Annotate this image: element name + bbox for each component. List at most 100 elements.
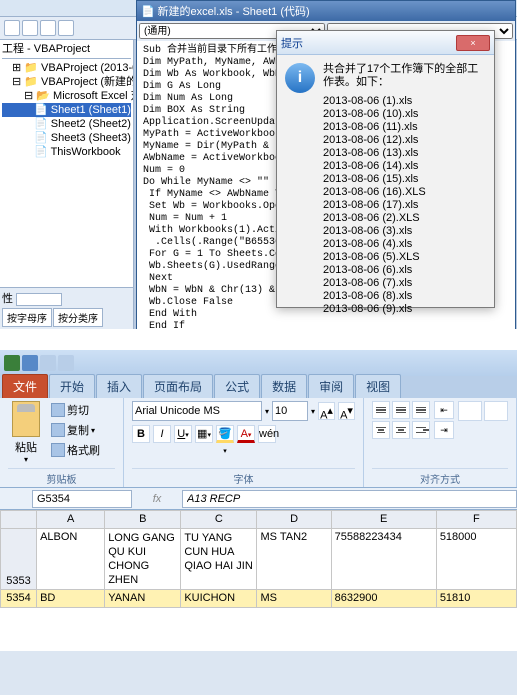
decrease-font-button[interactable]: A▾ bbox=[338, 402, 355, 420]
project-node[interactable]: ⊟ 📁 VBAProject (新建的e bbox=[2, 75, 131, 89]
row-header[interactable]: 5354 bbox=[1, 590, 37, 608]
msgbox-close-button[interactable]: × bbox=[456, 35, 490, 51]
ribbon-tab[interactable]: 视图 bbox=[355, 374, 401, 398]
cell[interactable]: KUICHON bbox=[181, 590, 257, 608]
ribbon-tab[interactable]: 数据 bbox=[261, 374, 307, 398]
cell[interactable]: 8632900 bbox=[331, 590, 436, 608]
ribbon-tab[interactable]: 开始 bbox=[49, 374, 95, 398]
qat-redo[interactable] bbox=[58, 355, 74, 371]
format-painter-button[interactable]: 格式刷 bbox=[48, 441, 103, 459]
fill-color-button[interactable]: 🪣▾ bbox=[216, 425, 234, 443]
column-header[interactable]: C bbox=[181, 511, 257, 529]
paste-button[interactable]: 粘贴 ▾ bbox=[8, 401, 44, 455]
workbook-node[interactable]: 📄 ThisWorkbook bbox=[2, 145, 131, 159]
folder-node[interactable]: ⊟ 📂 Microsoft Excel 对象 bbox=[2, 89, 131, 103]
cell[interactable]: 51810 bbox=[436, 590, 516, 608]
formula-input[interactable] bbox=[182, 490, 517, 508]
align-right-button[interactable] bbox=[412, 421, 430, 439]
copy-button[interactable]: 复制▾ bbox=[48, 421, 103, 439]
align-center-button[interactable] bbox=[392, 421, 410, 439]
sheet-node[interactable]: 📄 Sheet1 (Sheet1) bbox=[2, 103, 131, 117]
increase-font-button[interactable]: A▴ bbox=[318, 402, 335, 420]
table-row[interactable]: 5354BDYANANKUICHONMS863290051810 bbox=[1, 590, 517, 608]
clipboard-group-label: 剪贴板 bbox=[8, 468, 115, 486]
decrease-indent-button[interactable]: ⇤ bbox=[434, 401, 454, 419]
ribbon-tab[interactable]: 审阅 bbox=[308, 374, 354, 398]
cell[interactable]: LONG GANG QU KUI CHONG ZHEN bbox=[105, 529, 181, 590]
ribbon-tabs: 文件开始插入页面布局公式数据审阅视图 bbox=[0, 376, 517, 398]
cell[interactable]: 518000 bbox=[436, 529, 516, 590]
cell[interactable]: YANAN bbox=[105, 590, 181, 608]
props-label: 性 bbox=[2, 293, 13, 305]
msgbox-line: 2013-08-06 (11).xls bbox=[323, 121, 486, 134]
vba-left-pane: 工程 - VBAProject ⊞ 📁 VBAProject (2013-08 … bbox=[0, 40, 134, 329]
msgbox-line: 2013-08-06 (6).xls bbox=[323, 264, 486, 277]
props-tab-cat[interactable]: 按分类序 bbox=[53, 308, 103, 327]
phonetic-button[interactable]: wén bbox=[258, 425, 276, 443]
cut-button[interactable]: 剪切 bbox=[48, 401, 103, 419]
msgbox-line: 2013-08-06 (10).xls bbox=[323, 108, 486, 121]
ribbon-tab[interactable]: 页面布局 bbox=[143, 374, 213, 398]
underline-button[interactable]: U▾ bbox=[174, 425, 192, 443]
align-left-button[interactable] bbox=[372, 421, 390, 439]
cell[interactable]: MS TAN2 bbox=[257, 529, 331, 590]
code-window-title: 📄 新建的excel.xls - Sheet1 (代码) bbox=[137, 1, 515, 21]
sheet-node[interactable]: 📄 Sheet3 (Sheet3) bbox=[2, 131, 131, 145]
border-button[interactable]: ▦▾ bbox=[195, 425, 213, 443]
cell[interactable]: MS bbox=[257, 590, 331, 608]
increase-indent-button[interactable]: ⇥ bbox=[434, 421, 454, 439]
code-doc-icon: 📄 bbox=[141, 5, 155, 18]
italic-button[interactable]: I bbox=[153, 425, 171, 443]
worksheet-grid[interactable]: ABCDEF 5353ALBONLONG GANG QU KUI CHONG Z… bbox=[0, 510, 517, 651]
font-size-select[interactable] bbox=[272, 401, 308, 421]
ribbon-tab[interactable]: 文件 bbox=[2, 374, 48, 398]
qat-save[interactable] bbox=[22, 355, 38, 371]
info-icon: i bbox=[285, 63, 315, 93]
toolbar-button[interactable] bbox=[22, 20, 38, 36]
message-box: 提示 × i 共合并了17个工作簿下的全部工作表。如下： 2013-08-06 … bbox=[276, 30, 495, 308]
name-box[interactable] bbox=[32, 490, 132, 508]
props-search[interactable] bbox=[16, 293, 62, 306]
align-middle-button[interactable] bbox=[392, 401, 410, 419]
cell[interactable]: ALBON bbox=[37, 529, 105, 590]
props-tab-alpha[interactable]: 按字母序 bbox=[2, 308, 52, 327]
select-all-corner[interactable] bbox=[1, 511, 37, 529]
wrap-text-button[interactable] bbox=[484, 401, 508, 421]
chevron-down-icon[interactable]: ▾ bbox=[265, 407, 269, 416]
toolbar-button[interactable] bbox=[4, 20, 20, 36]
orientation-button[interactable] bbox=[458, 401, 482, 421]
align-bottom-button[interactable] bbox=[412, 401, 430, 419]
fx-icon[interactable]: fx bbox=[132, 493, 182, 505]
qat-undo[interactable] bbox=[40, 355, 56, 371]
column-header[interactable]: A bbox=[37, 511, 105, 529]
ribbon-tab[interactable]: 公式 bbox=[214, 374, 260, 398]
chevron-down-icon[interactable]: ▾ bbox=[311, 407, 315, 416]
msgbox-line: 2013-08-06 (16).XLS bbox=[323, 186, 486, 199]
sheet-node[interactable]: 📄 Sheet2 (Sheet2) bbox=[2, 117, 131, 131]
cell[interactable]: TU YANG CUN HUA QIAO HAI JIN bbox=[181, 529, 257, 590]
msgbox-line: 2013-08-06 (13).xls bbox=[323, 147, 486, 160]
row-header[interactable]: 5353 bbox=[1, 529, 37, 590]
column-header[interactable]: D bbox=[257, 511, 331, 529]
toolbar-button[interactable] bbox=[40, 20, 56, 36]
column-header[interactable]: E bbox=[331, 511, 436, 529]
ribbon-tab[interactable]: 插入 bbox=[96, 374, 142, 398]
column-header[interactable]: B bbox=[105, 511, 181, 529]
align-top-button[interactable] bbox=[372, 401, 390, 419]
project-explorer[interactable]: 工程 - VBAProject ⊞ 📁 VBAProject (2013-08 … bbox=[0, 40, 133, 287]
msgbox-title-text: 提示 bbox=[281, 35, 303, 51]
table-row[interactable]: 5353ALBONLONG GANG QU KUI CHONG ZHENTU Y… bbox=[1, 529, 517, 590]
project-node[interactable]: ⊞ 📁 VBAProject (2013-08 bbox=[2, 61, 131, 75]
cell[interactable]: 75588223434 bbox=[331, 529, 436, 590]
column-header[interactable]: F bbox=[436, 511, 516, 529]
chevron-down-icon: ▾ bbox=[8, 455, 44, 464]
font-color-button[interactable]: A▾ bbox=[237, 425, 255, 443]
excel-icon[interactable] bbox=[4, 355, 20, 371]
msgbox-line: 2013-08-06 (8).xls bbox=[323, 290, 486, 303]
paste-label: 粘贴 bbox=[8, 439, 44, 455]
msgbox-line: 2013-08-06 (14).xls bbox=[323, 160, 486, 173]
bold-button[interactable]: B bbox=[132, 425, 150, 443]
cell[interactable]: BD bbox=[37, 590, 105, 608]
toolbar-button[interactable] bbox=[58, 20, 74, 36]
font-name-select[interactable] bbox=[132, 401, 262, 421]
